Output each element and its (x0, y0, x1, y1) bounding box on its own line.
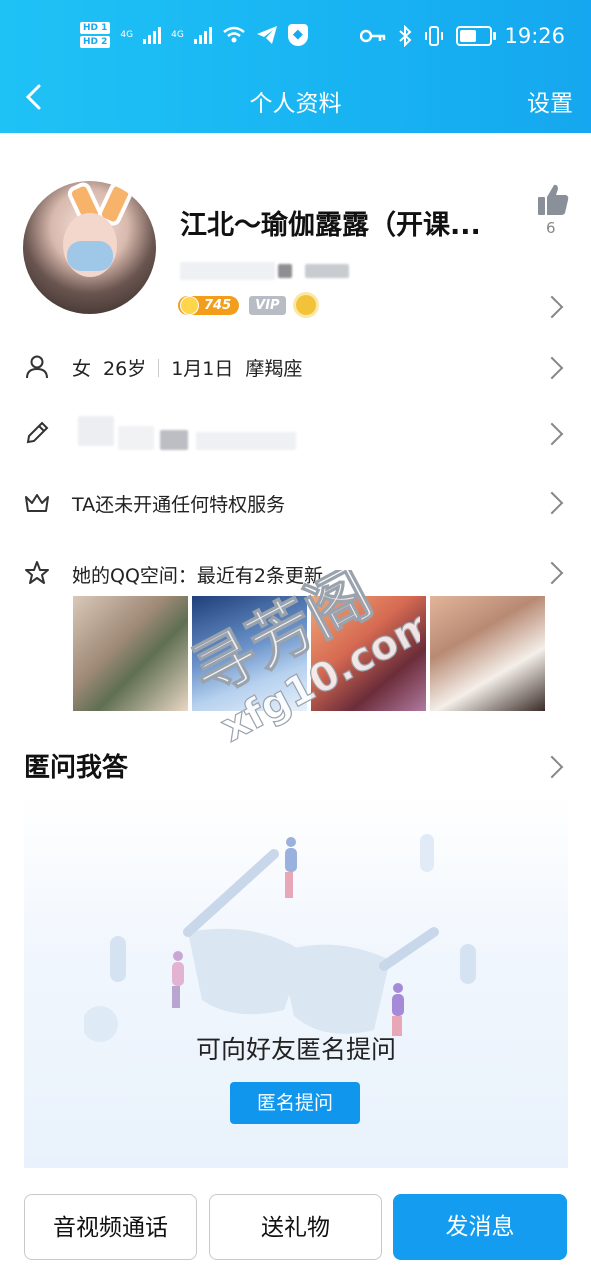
signal2-icon (193, 26, 212, 44)
photo-thumbnail[interactable] (73, 596, 188, 711)
like-count: 6 (546, 219, 556, 237)
chevron-right-icon[interactable] (540, 422, 564, 446)
sim1-badge: HD 1 (80, 22, 111, 34)
profile-name: 江北～瑜伽露露（开课... (180, 210, 481, 241)
sim-badges: HD 1 HD 2 (80, 22, 111, 48)
sun-level-icon (295, 295, 316, 315)
vibrate-icon (425, 26, 444, 46)
network2-label: 4G (171, 30, 184, 40)
send-message-button[interactable]: 发消息 (393, 1194, 567, 1260)
star-icon (25, 561, 49, 584)
key-icon (360, 29, 386, 43)
sim2-badge: HD 2 (80, 36, 111, 48)
status-time: 19:26 (504, 24, 565, 48)
qa-section-title: 匿问我答 (24, 753, 129, 783)
qa-card: 可向好友匿名提问 匿名提问 (24, 794, 568, 1168)
chevron-right-icon[interactable] (540, 356, 564, 380)
send-gift-button[interactable]: 送礼物 (209, 1194, 382, 1260)
photo-thumbnail[interactable] (430, 596, 545, 711)
zodiac-text: 摩羯座 (245, 358, 303, 380)
video-call-button[interactable]: 音视频通话 (24, 1194, 197, 1260)
obscured-signature (78, 416, 114, 446)
photo-thumbnail[interactable] (192, 596, 307, 711)
divider (158, 358, 160, 377)
coin-value: 745 (204, 297, 232, 313)
obscured-signature-part (118, 426, 154, 450)
qzone-text[interactable]: 她的QQ空间：最近有2条更新 (72, 561, 323, 588)
photo-thumbnail[interactable] (311, 596, 426, 711)
network1-label: 4G (120, 30, 134, 40)
chevron-right-icon[interactable] (540, 491, 564, 515)
coin-badge: 745 (178, 295, 240, 315)
basic-info-row[interactable]: 女 26岁 1月1日 摩羯座 (72, 354, 302, 381)
status-bar: HD 1 HD 2 4G 4G ◆ 19:26 (0, 0, 591, 70)
obscured-signature-part (160, 430, 188, 450)
birthday-text: 1月1日 (171, 358, 234, 380)
signal1-icon (143, 26, 162, 44)
telegram-icon (256, 26, 277, 44)
bluetooth-icon (399, 25, 412, 47)
chevron-right-icon[interactable] (540, 561, 564, 585)
obscured-account-id-part (305, 264, 349, 278)
crown-icon (25, 494, 49, 512)
status-right: 19:26 (360, 24, 565, 48)
anonymous-ask-button[interactable]: 匿名提问 (230, 1082, 360, 1124)
chevron-right-icon[interactable] (540, 295, 564, 319)
qa-prompt: 可向好友匿名提问 (195, 1035, 396, 1064)
shield-icon: ◆ (287, 24, 308, 46)
battery-icon (456, 26, 497, 46)
qzone-photos[interactable] (73, 596, 545, 711)
wifi-icon (223, 26, 245, 43)
page-title: 个人资料 (249, 91, 342, 117)
status-left: HD 1 HD 2 4G 4G ◆ (80, 22, 308, 48)
obscured-signature-part (196, 432, 296, 450)
top-header: HD 1 HD 2 4G 4G ◆ 19:26 个人资料 设置 (0, 0, 591, 133)
level-badges[interactable]: 745 VIP (178, 295, 316, 315)
nav-bar: 个人资料 设置 (0, 70, 591, 133)
chevron-right-icon[interactable] (540, 755, 564, 779)
coin-icon (180, 295, 199, 315)
thumbs-up-icon[interactable] (536, 183, 570, 217)
privilege-text[interactable]: TA还未开通任何特权服务 (72, 490, 285, 517)
obscured-account-id (180, 262, 275, 280)
settings-button[interactable]: 设置 (527, 84, 573, 118)
obscured-account-id-part (278, 264, 292, 278)
pencil-icon (26, 421, 49, 444)
age-text: 26岁 (103, 358, 147, 380)
gender-text: 女 (72, 358, 92, 380)
person-icon (26, 355, 48, 379)
avatar[interactable] (23, 181, 156, 314)
vip-badge: VIP (249, 295, 286, 315)
